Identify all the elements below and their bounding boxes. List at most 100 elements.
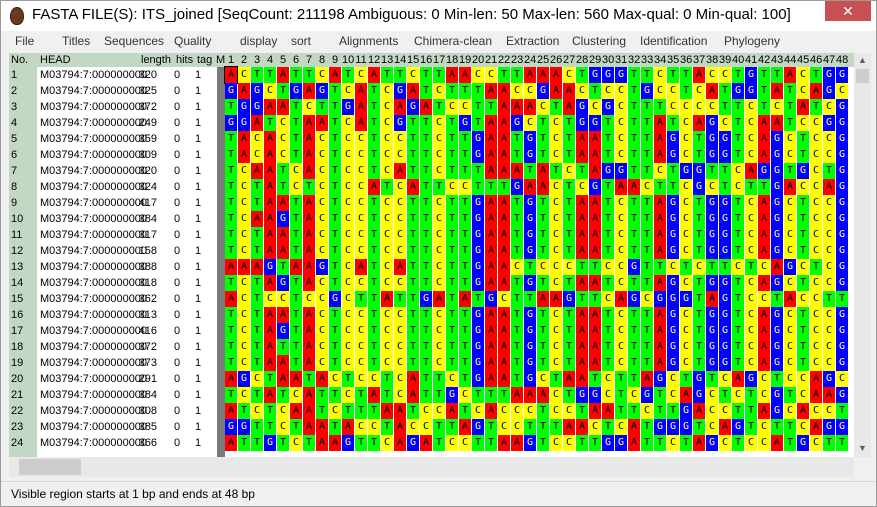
nucleotide-cell[interactable]: A: [602, 403, 614, 419]
nucleotide-cell[interactable]: G: [667, 211, 679, 227]
nucleotide-cell[interactable]: A: [485, 83, 497, 99]
nucleotide-cell[interactable]: T: [537, 307, 549, 323]
nucleotide-cell[interactable]: G: [524, 339, 536, 355]
nucleotide-cell[interactable]: G: [472, 195, 484, 211]
nucleotide-cell[interactable]: C: [238, 227, 250, 243]
menu-sort[interactable]: sort: [291, 34, 311, 48]
nucleotide-cell[interactable]: G: [654, 371, 666, 387]
row-number[interactable]: 6: [11, 147, 17, 163]
nucleotide-cell[interactable]: G: [706, 243, 718, 259]
nucleotide-cell[interactable]: G: [836, 259, 848, 275]
menu-display[interactable]: display: [240, 34, 277, 48]
nucleotide-cell[interactable]: T: [251, 339, 263, 355]
nucleotide-cell[interactable]: C: [381, 275, 393, 291]
nucleotide-cell[interactable]: T: [758, 83, 770, 99]
nucleotide-cell[interactable]: C: [446, 371, 458, 387]
nucleotide-cell[interactable]: T: [407, 339, 419, 355]
nucleotide-cell[interactable]: A: [511, 99, 523, 115]
nucleotide-cell[interactable]: G: [472, 131, 484, 147]
nucleotide-cell[interactable]: C: [628, 387, 640, 403]
nucleotide-cell[interactable]: T: [602, 323, 614, 339]
nucleotide-cell[interactable]: C: [329, 403, 341, 419]
nucleotide-cell[interactable]: A: [498, 195, 510, 211]
nucleotide-cell[interactable]: C: [238, 387, 250, 403]
row-hits[interactable]: 0: [174, 243, 180, 259]
nucleotide-cell[interactable]: A: [576, 227, 588, 243]
nucleotide-cell[interactable]: G: [706, 195, 718, 211]
nucleotide-cell[interactable]: G: [472, 243, 484, 259]
nucleotide-cell[interactable]: A: [303, 147, 315, 163]
nucleotide-cell[interactable]: G: [459, 115, 471, 131]
nucleotide-cell[interactable]: T: [784, 99, 796, 115]
nucleotide-cell[interactable]: T: [290, 419, 302, 435]
nucleotide-cell[interactable]: A: [303, 403, 315, 419]
nucleotide-cell[interactable]: T: [394, 291, 406, 307]
row-length[interactable]: 249: [111, 115, 157, 131]
nucleotide-cell[interactable]: T: [368, 131, 380, 147]
nucleotide-cell[interactable]: C: [342, 243, 354, 259]
nucleotide-cell[interactable]: G: [602, 163, 614, 179]
nucleotide-cell[interactable]: T: [511, 131, 523, 147]
row-number[interactable]: 14: [11, 275, 23, 291]
nucleotide-cell[interactable]: T: [407, 355, 419, 371]
nucleotide-cell[interactable]: C: [381, 227, 393, 243]
nucleotide-cell[interactable]: G: [524, 307, 536, 323]
nucleotide-cell[interactable]: C: [745, 275, 757, 291]
nucleotide-cell[interactable]: C: [706, 179, 718, 195]
nucleotide-cell[interactable]: C: [498, 403, 510, 419]
nucleotide-cell[interactable]: A: [537, 179, 549, 195]
nucleotide-cell[interactable]: A: [433, 291, 445, 307]
col-header-head[interactable]: HEAD: [40, 54, 71, 66]
nucleotide-cell[interactable]: T: [329, 307, 341, 323]
nucleotide-cell[interactable]: C: [758, 259, 770, 275]
nucleotide-cell[interactable]: T: [329, 179, 341, 195]
nucleotide-cell[interactable]: T: [407, 307, 419, 323]
nucleotide-cell[interactable]: G: [680, 419, 692, 435]
nucleotide-cell[interactable]: G: [225, 83, 237, 99]
nucleotide-cell[interactable]: T: [433, 371, 445, 387]
nucleotide-cell[interactable]: C: [394, 323, 406, 339]
nucleotide-cell[interactable]: T: [355, 387, 367, 403]
nucleotide-cell[interactable]: A: [758, 403, 770, 419]
nucleotide-cell[interactable]: C: [784, 147, 796, 163]
nucleotide-cell[interactable]: T: [576, 163, 588, 179]
nucleotide-cell[interactable]: C: [433, 403, 445, 419]
row-hits[interactable]: 0: [174, 387, 180, 403]
nucleotide-cell[interactable]: T: [368, 243, 380, 259]
nucleotide-cell[interactable]: T: [459, 211, 471, 227]
nucleotide-cell[interactable]: G: [771, 131, 783, 147]
nucleotide-cell[interactable]: C: [745, 435, 757, 451]
nucleotide-cell[interactable]: C: [550, 435, 562, 451]
nucleotide-cell[interactable]: T: [537, 195, 549, 211]
nucleotide-cell[interactable]: T: [641, 435, 653, 451]
nucleotide-cell[interactable]: C: [355, 307, 367, 323]
nucleotide-cell[interactable]: C: [550, 243, 562, 259]
nucleotide-cell[interactable]: T: [563, 195, 575, 211]
nucleotide-cell[interactable]: C: [342, 259, 354, 275]
nucleotide-cell[interactable]: C: [810, 435, 822, 451]
nucleotide-cell[interactable]: T: [693, 339, 705, 355]
nucleotide-cell[interactable]: A: [563, 419, 575, 435]
nucleotide-cell[interactable]: A: [225, 435, 237, 451]
nucleotide-cell[interactable]: T: [446, 275, 458, 291]
nucleotide-cell[interactable]: T: [537, 115, 549, 131]
nucleotide-cell[interactable]: T: [615, 403, 627, 419]
nucleotide-cell[interactable]: C: [381, 99, 393, 115]
nucleotide-cell[interactable]: C: [238, 243, 250, 259]
nucleotide-cell[interactable]: A: [589, 211, 601, 227]
nucleotide-cell[interactable]: A: [303, 83, 315, 99]
nucleotide-cell[interactable]: A: [264, 163, 276, 179]
row-hits[interactable]: 0: [174, 195, 180, 211]
nucleotide-cell[interactable]: A: [381, 291, 393, 307]
nucleotide-cell[interactable]: T: [277, 435, 289, 451]
nucleotide-cell[interactable]: A: [498, 275, 510, 291]
nucleotide-cell[interactable]: C: [433, 243, 445, 259]
nucleotide-cell[interactable]: T: [537, 243, 549, 259]
nucleotide-cell[interactable]: T: [459, 163, 471, 179]
nucleotide-cell[interactable]: T: [511, 195, 523, 211]
nucleotide-cell[interactable]: C: [745, 355, 757, 371]
nucleotide-cell[interactable]: A: [277, 227, 289, 243]
nucleotide-cell[interactable]: C: [797, 419, 809, 435]
row-length[interactable]: 309: [111, 147, 157, 163]
nucleotide-cell[interactable]: G: [576, 387, 588, 403]
